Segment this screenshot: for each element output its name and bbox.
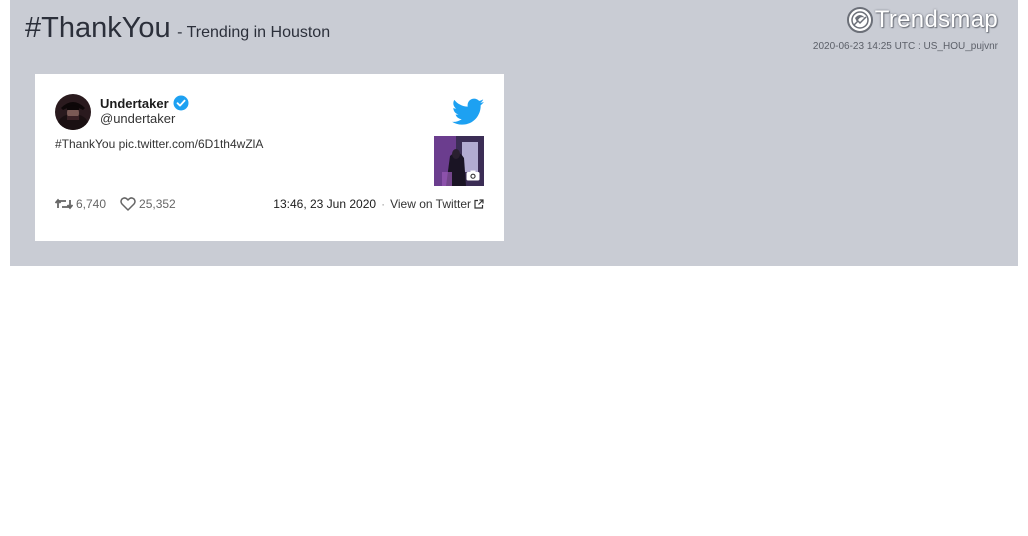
camera-icon bbox=[466, 170, 480, 181]
avatar[interactable] bbox=[55, 94, 91, 130]
tweet-text[interactable]: #ThankYou pic.twitter.com/6D1th4wZlA bbox=[55, 137, 263, 151]
external-link-icon bbox=[474, 199, 484, 209]
brand-name: Trendsmap bbox=[874, 6, 998, 33]
retweet-count-text: 6,740 bbox=[76, 197, 107, 211]
separator-dot: · bbox=[381, 197, 386, 211]
view-on-twitter-link[interactable]: View on Twitter bbox=[390, 197, 484, 211]
page-heading: #ThankYou - Trending in Houston bbox=[25, 12, 330, 45]
retweet-count[interactable]: 6,740 bbox=[55, 197, 106, 211]
trendsmap-logo[interactable]: Trendsmap bbox=[846, 6, 998, 34]
like-count[interactable]: 25,352 bbox=[120, 197, 176, 211]
view-on-twitter-label: View on Twitter bbox=[390, 197, 471, 211]
trend-panel: #ThankYou - Trending in Houston Trendsma… bbox=[10, 0, 1018, 266]
trend-meta: 2020-06-23 14:25 UTC : US_HOU_pujvnr bbox=[812, 41, 998, 52]
tweet-stats: 6,740 25,352 bbox=[55, 197, 190, 211]
like-count-text: 25,352 bbox=[139, 197, 176, 211]
verified-badge-icon bbox=[173, 95, 189, 111]
tweet-timestamp[interactable]: 13:46, 23 Jun 2020 bbox=[273, 197, 376, 211]
tweet-footer: 13:46, 23 Jun 2020 · View on Twitter bbox=[273, 197, 484, 211]
trend-hashtag[interactable]: #ThankYou bbox=[25, 12, 171, 44]
trend-subtitle: - Trending in Houston bbox=[177, 24, 331, 41]
author-name[interactable]: Undertaker bbox=[100, 95, 189, 111]
tweet-media-thumbnail[interactable] bbox=[434, 136, 484, 186]
retweet-icon bbox=[55, 198, 73, 210]
heart-icon bbox=[120, 197, 136, 211]
tweet-card: Undertaker @undertaker #ThankYou pic.twi… bbox=[35, 74, 504, 241]
trendsmap-logo-icon bbox=[846, 7, 873, 33]
author-name-text: Undertaker bbox=[100, 95, 169, 111]
author-handle[interactable]: @undertaker bbox=[100, 111, 175, 126]
twitter-bird-icon[interactable] bbox=[452, 98, 484, 126]
